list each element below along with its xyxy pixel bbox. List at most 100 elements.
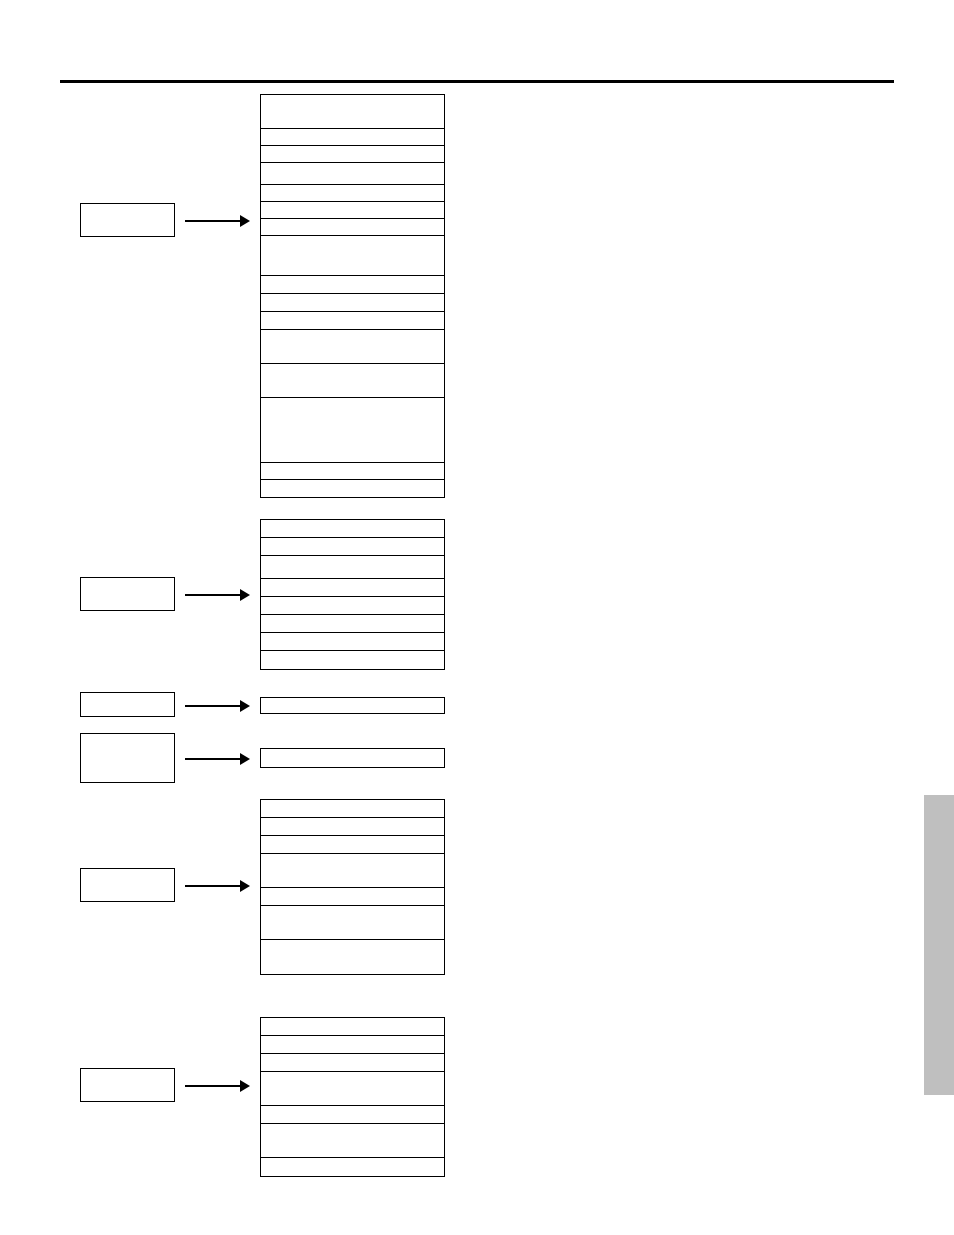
list-row-label xyxy=(261,312,444,329)
list-row-label xyxy=(261,749,444,767)
list-row xyxy=(261,633,444,651)
list-row-label xyxy=(261,1158,444,1176)
list-row xyxy=(261,398,444,463)
list-row xyxy=(261,556,444,579)
list-row-label xyxy=(261,854,444,887)
list-row xyxy=(261,236,444,276)
list-row-label xyxy=(261,940,444,974)
list-row xyxy=(261,538,444,556)
list-row xyxy=(261,330,444,364)
list-row-label xyxy=(261,1072,444,1105)
list-row xyxy=(261,818,444,836)
list-row xyxy=(261,1124,444,1158)
list-row xyxy=(261,294,444,312)
source-label xyxy=(81,869,174,901)
list-box xyxy=(260,1017,445,1177)
list-row-label xyxy=(261,480,444,497)
list-row xyxy=(261,1158,444,1176)
list-row-label xyxy=(261,1106,444,1123)
list-row-label xyxy=(261,163,444,184)
list-row xyxy=(261,1036,444,1054)
source-label xyxy=(81,578,174,610)
arrow-right-icon xyxy=(185,885,250,887)
list-row xyxy=(261,1106,444,1124)
arrow-right-icon xyxy=(185,758,250,760)
list-row xyxy=(261,202,444,219)
list-row-label xyxy=(261,1054,444,1071)
list-box xyxy=(260,519,445,670)
list-row-label xyxy=(261,276,444,293)
list-row-label xyxy=(261,888,444,905)
list-row xyxy=(261,1072,444,1106)
list-row-label xyxy=(261,538,444,555)
list-row xyxy=(261,651,444,669)
list-row xyxy=(261,163,444,185)
arrow-right-icon xyxy=(185,220,250,222)
list-row xyxy=(261,597,444,615)
list-row-label xyxy=(261,330,444,363)
list-row xyxy=(261,520,444,538)
source-box xyxy=(80,733,175,783)
list-row-label xyxy=(261,579,444,596)
arrow-right-icon xyxy=(185,705,250,707)
list-row-label xyxy=(261,651,444,669)
list-row-label xyxy=(261,836,444,853)
list-row xyxy=(261,749,444,767)
list-row xyxy=(261,836,444,854)
source-label xyxy=(81,734,174,782)
list-row xyxy=(261,95,444,129)
list-row-label xyxy=(261,463,444,479)
list-row xyxy=(261,364,444,398)
arrow-right-icon xyxy=(185,594,250,596)
list-row xyxy=(261,480,444,497)
list-row-label xyxy=(261,1124,444,1157)
list-row xyxy=(261,146,444,163)
source-box xyxy=(80,203,175,237)
list-row-label xyxy=(261,129,444,145)
source-box xyxy=(80,577,175,611)
list-row-label xyxy=(261,615,444,632)
side-tab xyxy=(924,795,954,1095)
list-row xyxy=(261,579,444,597)
list-row-label xyxy=(261,146,444,162)
source-box xyxy=(80,692,175,717)
list-row-label xyxy=(261,818,444,835)
list-row-label xyxy=(261,398,444,462)
list-row xyxy=(261,219,444,236)
list-row xyxy=(261,940,444,974)
list-row-label xyxy=(261,185,444,201)
list-row xyxy=(261,888,444,906)
list-row xyxy=(261,698,444,713)
list-row-label xyxy=(261,597,444,614)
list-box xyxy=(260,94,445,498)
source-label xyxy=(81,1069,174,1101)
list-row-label xyxy=(261,906,444,939)
list-row xyxy=(261,854,444,888)
list-row-label xyxy=(261,95,444,128)
source-label xyxy=(81,204,174,236)
list-row xyxy=(261,185,444,202)
list-box xyxy=(260,799,445,975)
list-row-label xyxy=(261,556,444,578)
list-row xyxy=(261,312,444,330)
list-row-label xyxy=(261,1036,444,1053)
list-row xyxy=(261,463,444,480)
source-box xyxy=(80,868,175,902)
list-row-label xyxy=(261,294,444,311)
source-box xyxy=(80,1068,175,1102)
list-row xyxy=(261,1018,444,1036)
list-row xyxy=(261,906,444,940)
list-row-label xyxy=(261,202,444,218)
list-box xyxy=(260,697,445,714)
list-row-label xyxy=(261,1018,444,1035)
list-row xyxy=(261,800,444,818)
list-row-label xyxy=(261,800,444,817)
list-row xyxy=(261,276,444,294)
list-row-label xyxy=(261,236,444,275)
list-row-label xyxy=(261,219,444,235)
arrow-right-icon xyxy=(185,1085,250,1087)
list-box xyxy=(260,748,445,768)
list-row xyxy=(261,615,444,633)
source-label xyxy=(81,693,174,716)
page: { "groups": [ { "id": "group-1", "top": … xyxy=(0,0,954,1235)
